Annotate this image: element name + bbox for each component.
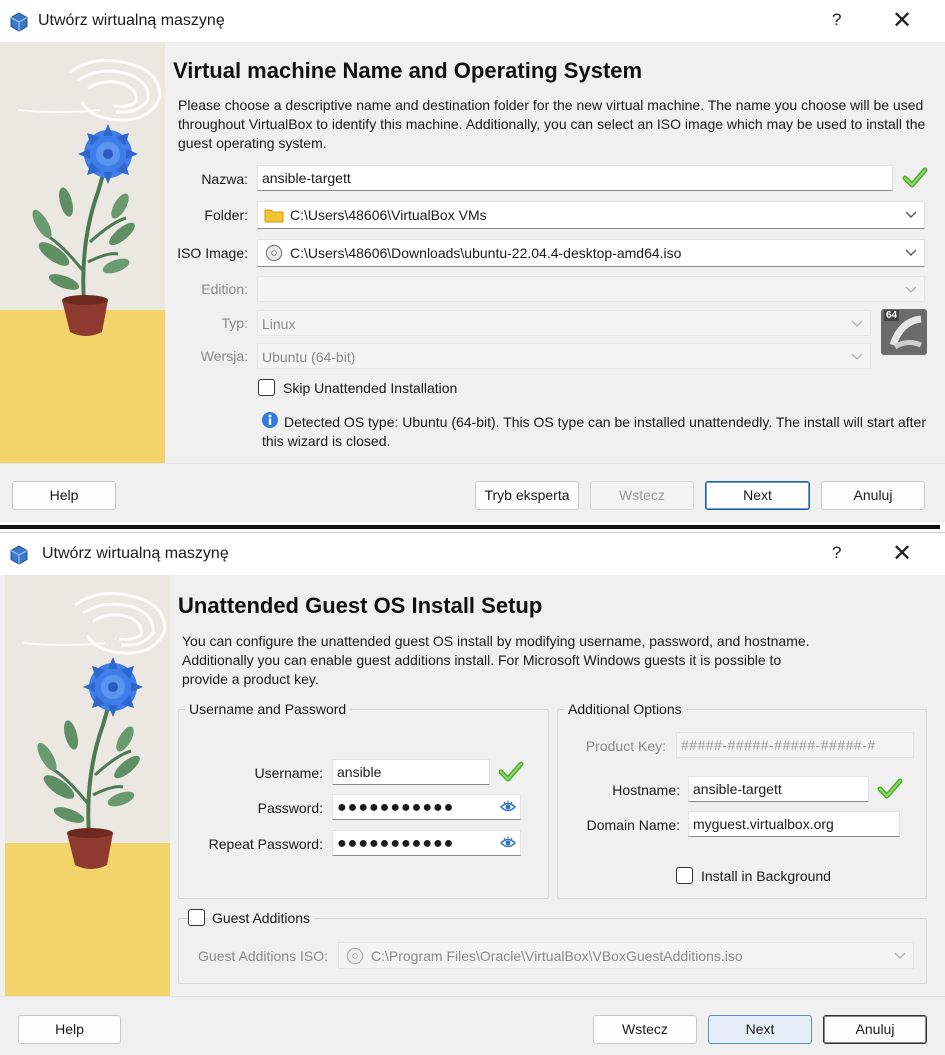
username-password-group-title: Username and Password <box>185 701 351 717</box>
cancel-button[interactable]: Anuluj <box>823 1015 927 1044</box>
title-bar: Utwórz wirtualną maszynę ? ✕ <box>0 0 945 42</box>
window-title: Utwórz wirtualną maszynę <box>38 12 225 29</box>
password-label: Password: <box>257 800 323 816</box>
repeat-password-input[interactable]: ●●●●●●●●●●● <box>332 830 521 856</box>
edition-label: Edition: <box>201 281 248 297</box>
folder-select[interactable]: C:\Users\48606\VirtualBox VMs <box>257 201 925 229</box>
wizard-page: Unattended Guest OS Install Setup You ca… <box>170 575 945 996</box>
wizard-illustration <box>5 575 170 996</box>
skip-unattended-checkbox[interactable] <box>258 379 275 396</box>
create-vm-dialog-unattended: Utwórz wirtualną maszynę ? ✕ Unattended … <box>0 532 945 1055</box>
disc-icon <box>264 244 284 262</box>
help-icon[interactable]: ? <box>832 543 841 563</box>
username-label: Username: <box>254 765 323 781</box>
install-background-checkbox[interactable] <box>676 867 693 884</box>
guest-additions-checkbox[interactable] <box>188 909 205 926</box>
version-select[interactable]: Ubuntu (64-bit) <box>257 343 871 369</box>
type-value: Linux <box>262 316 296 332</box>
domain-name-label: Domain Name: <box>586 817 680 833</box>
iso-image-select[interactable]: C:\Users\48606\Downloads\ubuntu-22.04.4-… <box>257 239 925 267</box>
chevron-down-icon <box>893 943 907 969</box>
detected-os-info: Detected OS type: Ubuntu (64-bit). This … <box>262 414 926 449</box>
password-value: ●●●●●●●●●●● <box>337 799 455 816</box>
repeat-password-label: Repeat Password: <box>208 836 323 852</box>
screenshot-divider <box>0 522 945 532</box>
virtualbox-icon <box>8 544 30 566</box>
create-vm-dialog-name-os: Utwórz wirtualną maszynę ? ✕ Virtual mac… <box>0 0 945 522</box>
page-description: Please choose a descriptive name and des… <box>178 97 926 151</box>
name-input[interactable]: ansible-targett <box>257 165 893 191</box>
version-label: Wersja: <box>200 348 248 364</box>
chevron-down-icon <box>850 311 864 336</box>
iso-value: C:\Users\48606\Downloads\ubuntu-22.04.4-… <box>290 245 682 261</box>
close-icon[interactable]: ✕ <box>892 6 912 35</box>
os-bitness-badge: 64 <box>884 310 900 321</box>
guest-additions-iso-value: C:\Program Files\Oracle\VirtualBox\VBoxG… <box>371 948 743 964</box>
next-button[interactable]: Next <box>708 1015 812 1044</box>
back-button[interactable]: Wstecz <box>593 1015 697 1044</box>
type-select[interactable]: Linux <box>257 310 871 336</box>
domain-name-input[interactable]: myguest.virtualbox.org <box>688 811 900 837</box>
chevron-down-icon <box>904 202 918 228</box>
iso-label: ISO Image: <box>177 245 248 261</box>
show-password-eye-icon[interactable] <box>500 835 516 851</box>
product-key-label: Product Key: <box>585 738 666 754</box>
chevron-down-icon <box>904 277 918 302</box>
valid-check-icon <box>498 760 524 782</box>
chevron-down-icon <box>904 240 918 266</box>
os-type-icon: 64 <box>881 309 927 355</box>
type-label: Typ: <box>221 315 248 331</box>
repeat-password-value: ●●●●●●●●●●● <box>337 835 455 852</box>
chevron-down-icon <box>850 344 864 369</box>
additional-options-group-title: Additional Options <box>564 701 686 717</box>
name-label: Nazwa: <box>201 171 248 187</box>
help-button[interactable]: Help <box>12 481 116 510</box>
page-title: Unattended Guest OS Install Setup <box>178 593 543 618</box>
next-button[interactable]: Next <box>705 481 810 510</box>
disc-icon <box>345 947 365 965</box>
install-background-label: Install in Background <box>701 868 831 884</box>
valid-check-icon <box>877 777 903 799</box>
wizard-page: Virtual machine Name and Operating Syste… <box>165 42 945 463</box>
virtualbox-icon <box>8 11 30 33</box>
password-input[interactable]: ●●●●●●●●●●● <box>332 794 521 820</box>
hostname-input[interactable]: ansible-targett <box>688 776 869 802</box>
username-input[interactable]: ansible <box>332 759 490 785</box>
button-bar: Help Tryb eksperta Wstecz Next Anuluj <box>0 463 945 522</box>
help-button[interactable]: Help <box>18 1015 121 1044</box>
help-icon[interactable]: ? <box>832 10 841 30</box>
page-description: You can configure the unattended guest O… <box>182 633 810 687</box>
expert-mode-button[interactable]: Tryb eksperta <box>475 481 579 510</box>
divider-line <box>0 525 940 529</box>
hostname-label: Hostname: <box>612 782 680 798</box>
close-icon[interactable]: ✕ <box>892 539 912 568</box>
cancel-button[interactable]: Anuluj <box>821 481 925 510</box>
skip-unattended-label: Skip Unattended Installation <box>283 380 458 396</box>
title-bar: Utwórz wirtualną maszynę ? ✕ <box>0 533 945 575</box>
valid-check-icon <box>902 166 928 188</box>
button-bar: Help Wstecz Next Anuluj <box>0 996 945 1055</box>
folder-icon <box>264 209 284 223</box>
guest-additions-label: Guest Additions <box>208 910 315 926</box>
version-value: Ubuntu (64-bit) <box>262 349 356 365</box>
folder-value: C:\Users\48606\VirtualBox VMs <box>290 207 487 223</box>
window-title: Utwórz wirtualną maszynę <box>42 545 229 562</box>
guest-additions-iso-select[interactable]: C:\Program Files\Oracle\VirtualBox\VBoxG… <box>338 942 914 969</box>
guest-additions-iso-label: Guest Additions ISO: <box>198 948 328 964</box>
show-password-eye-icon[interactable] <box>500 799 516 815</box>
product-key-input[interactable]: #####-#####-#####-#####-# <box>676 732 914 758</box>
edition-select[interactable] <box>257 276 925 302</box>
page-title: Virtual machine Name and Operating Syste… <box>173 58 643 83</box>
wizard-illustration <box>0 42 165 463</box>
folder-label: Folder: <box>204 207 248 223</box>
back-button[interactable]: Wstecz <box>590 481 694 510</box>
